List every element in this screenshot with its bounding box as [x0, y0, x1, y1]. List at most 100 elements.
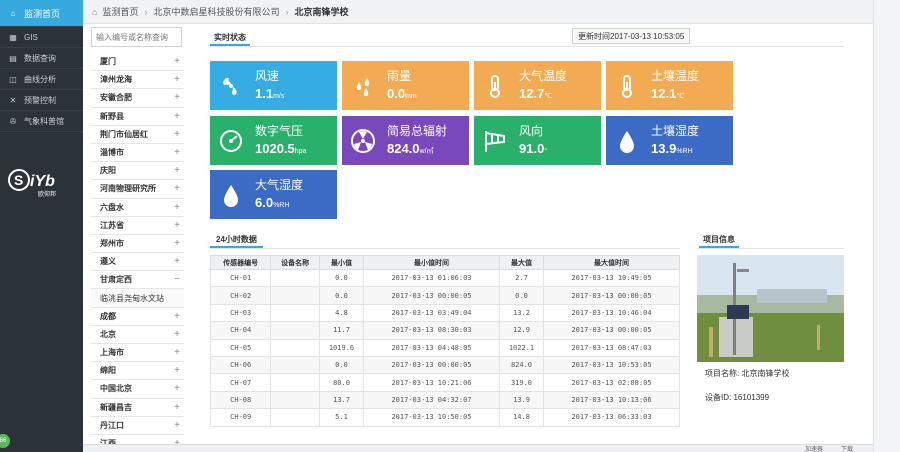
column-header: 最大值 — [498, 255, 545, 270]
table-cell: 2.7 — [498, 268, 545, 288]
expand-icon[interactable]: + — [174, 183, 180, 194]
station-group-item[interactable]: 遵义 + — [91, 253, 184, 272]
breadcrumb-home[interactable]: 监测首页 — [102, 5, 138, 18]
table-cell: 1019.6 — [318, 338, 365, 357]
nav-item-alarm-control[interactable]: ✕ 预警控制 — [0, 90, 83, 111]
table-cell: 80.0 — [318, 373, 365, 392]
expand-icon[interactable]: + — [174, 74, 180, 85]
chat-badge-icon[interactable]: 86 — [0, 434, 10, 448]
table-cell: 2017-03-13 10:13:06 — [543, 390, 680, 410]
station-group-item[interactable]: 上海市 + — [91, 344, 184, 363]
breadcrumb-separator: › — [144, 6, 148, 17]
expand-icon[interactable]: + — [174, 420, 180, 431]
breadcrumb-company[interactable]: 北京中数启星科技股份有限公司 — [153, 5, 279, 18]
sensor-value: 1.1m/s — [255, 86, 285, 101]
home-icon: ⌂ — [10, 8, 16, 18]
search-icon: ▤ — [9, 53, 17, 63]
sensor-tile[interactable]: 土壤温度 12.1℃ — [606, 61, 733, 110]
station-group-item[interactable]: 中国北京 + — [91, 380, 184, 399]
divider — [210, 248, 680, 249]
sensor-tile[interactable]: 数字气压 1020.5hpa — [210, 116, 337, 165]
nav-item-curve-analysis[interactable]: ◫ 曲线分析 — [0, 69, 83, 90]
tab-24h-data[interactable]: 24小时数据 — [210, 232, 263, 248]
table-cell — [270, 390, 320, 410]
table-cell — [270, 355, 320, 375]
sensor-tile[interactable]: 大气湿度 6.0%RH — [210, 170, 337, 219]
expand-icon[interactable]: + — [174, 347, 180, 358]
station-label: 淄博市 — [100, 148, 124, 158]
nav-item-data-query[interactable]: ▤ 数据查询 — [0, 48, 83, 69]
station-group-item[interactable]: 荆门市仙居红 + — [91, 125, 184, 144]
table-cell: CH-04 — [209, 321, 272, 340]
sensor-label: 大气湿度 — [255, 178, 304, 192]
expand-icon[interactable]: + — [174, 220, 180, 231]
expand-icon[interactable]: + — [174, 383, 180, 394]
sensor-tile[interactable]: 风向 91.0° — [474, 116, 601, 165]
station-group-item[interactable]: 甘肃定西 − — [91, 271, 184, 290]
expand-icon[interactable]: + — [174, 56, 180, 67]
table-cell: 319.0 — [498, 373, 545, 392]
table-cell: 2017-03-13 00:00:05 — [363, 355, 500, 375]
thermometer-icon — [606, 61, 648, 110]
station-label: 中国北京 — [100, 384, 132, 394]
station-group-item[interactable]: 淄博市 + — [91, 143, 184, 163]
tab-project-info[interactable]: 项目信息 — [699, 232, 739, 248]
station-group-item[interactable]: 成都 + — [91, 307, 184, 326]
station-group-item[interactable]: 新野县 + — [91, 107, 184, 126]
column-header: 传感器编号 — [209, 255, 272, 270]
expand-icon[interactable]: + — [174, 402, 180, 413]
station-label: 北京 — [100, 329, 116, 339]
breadcrumb-separator: › — [285, 6, 289, 17]
expand-icon[interactable]: + — [174, 311, 180, 322]
status-item[interactable]: 下载 — [841, 444, 853, 452]
station-group-item[interactable]: 安徽合肥 + — [91, 89, 184, 108]
sensor-tile[interactable]: 雨量 0.0mm — [342, 61, 469, 110]
table-cell — [270, 321, 320, 340]
barometer-icon — [210, 116, 252, 165]
expand-icon[interactable]: + — [174, 129, 180, 140]
sensor-label: 数字气压 — [255, 124, 304, 138]
expand-icon[interactable]: + — [174, 329, 180, 340]
station-label: 安徽合肥 — [100, 93, 132, 103]
table-row: CH-08 13.7 2017-03-13 04:32:07 13.9 2017-03-… — [209, 390, 680, 410]
expand-icon[interactable]: + — [174, 111, 180, 122]
expand-icon[interactable]: + — [174, 365, 180, 376]
table-row: CH-05 1019.6 2017-03-13 04:48:05 1022.1 2017… — [209, 338, 680, 357]
nav-item-science-hall[interactable]: ✇ 气象科普馆 — [0, 111, 83, 132]
station-group-item[interactable]: 新疆昌吉 + — [91, 398, 184, 417]
expand-icon[interactable]: + — [174, 238, 180, 249]
station-sub-item[interactable]: 临洮县尧甸水文站 — [91, 289, 184, 308]
nav-item-gis[interactable]: ▦ GIS — [0, 27, 83, 48]
station-group-item[interactable]: 北京 + — [91, 325, 184, 344]
station-group-item[interactable]: 绵阳 + — [91, 362, 184, 381]
station-label: 新野县 — [100, 111, 124, 121]
nav-item-home[interactable]: ⌂ 监测首页 — [0, 0, 83, 27]
table-cell — [270, 286, 320, 305]
station-group-item[interactable]: 漳州龙海 + — [91, 71, 184, 90]
expand-icon[interactable]: + — [174, 147, 180, 158]
station-label: 遵义 — [100, 257, 116, 267]
expand-icon[interactable]: + — [174, 165, 180, 176]
expand-icon[interactable]: + — [174, 256, 180, 267]
collapse-icon[interactable]: − — [174, 274, 180, 285]
expand-icon[interactable]: + — [174, 202, 180, 213]
station-group-item[interactable]: 厦门 + — [91, 53, 184, 72]
station-group-item[interactable]: 庆阳 + — [91, 162, 184, 181]
table-cell: 2017-03-13 06:33:03 — [543, 408, 680, 427]
station-group-item[interactable]: 丹江口 + — [91, 416, 184, 435]
station-group-item[interactable]: 江苏省 + — [91, 216, 184, 235]
sensor-tile[interactable]: 简易总辐射 824.0w/㎡ — [342, 116, 469, 165]
station-search-input[interactable] — [91, 27, 182, 47]
station-label: 绵阳 — [100, 366, 116, 376]
expand-icon[interactable]: + — [174, 92, 180, 103]
tab-realtime-status[interactable]: 实时状态 — [210, 30, 250, 46]
sensor-tile[interactable]: 大气温度 12.7℃ — [474, 61, 601, 110]
sensor-tile[interactable]: 风速 1.1m/s — [210, 61, 337, 110]
station-group-item[interactable]: 六盘水 + — [91, 198, 184, 217]
station-group-item[interactable]: 河南物理研究所 + — [91, 180, 184, 199]
status-item[interactable]: 加速器 — [805, 444, 823, 452]
sensor-tile[interactable]: 土壤湿度 13.9%RH — [606, 116, 733, 165]
table-cell: 0.0 — [498, 286, 545, 305]
station-group-item[interactable]: 郑州市 + — [91, 234, 184, 254]
station-label: 上海市 — [100, 348, 124, 358]
